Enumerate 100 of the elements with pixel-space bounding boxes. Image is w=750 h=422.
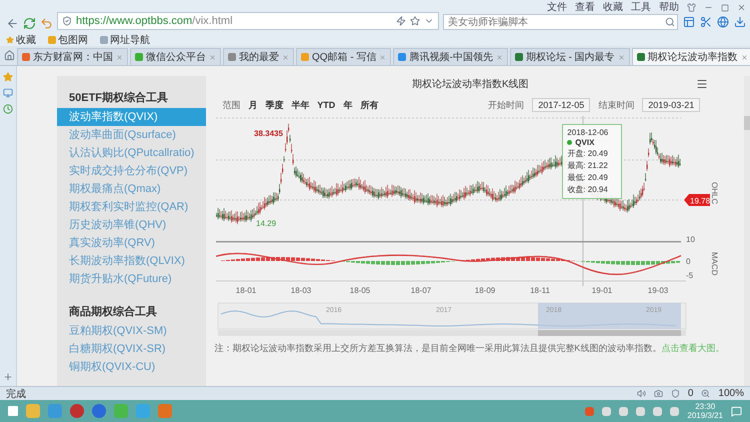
range-button[interactable]: 月: [248, 98, 258, 112]
bookmark-label[interactable]: 网址导航: [110, 32, 150, 46]
browser-tab[interactable]: 微信公众平台: [130, 48, 221, 65]
close-icon[interactable]: [116, 54, 123, 60]
undo-icon[interactable]: [40, 17, 53, 30]
star-icon[interactable]: [410, 16, 420, 26]
range-button[interactable]: 季度: [265, 98, 284, 112]
menu-item[interactable]: 帮助: [659, 2, 679, 13]
range-button[interactable]: 半年: [291, 98, 310, 112]
shirt-icon[interactable]: [687, 3, 696, 12]
tab-label: 期权论坛波动率指数: [648, 50, 738, 64]
browser-tab[interactable]: 东方财富网：中国: [17, 48, 128, 65]
shield-icon[interactable]: [670, 389, 680, 398]
notification-icon[interactable]: [731, 406, 742, 416]
browser-tab[interactable]: 期权论坛波动率指数: [632, 48, 750, 65]
last-price-tag: 19.78: [684, 194, 710, 206]
back-icon[interactable]: [6, 17, 19, 30]
maximize-icon[interactable]: [721, 4, 729, 12]
close-icon[interactable]: [379, 54, 386, 60]
axis-label: MACD: [710, 252, 720, 276]
menu-item[interactable]: 收藏: [603, 2, 623, 13]
download-icon[interactable]: [734, 16, 746, 28]
scrollbar[interactable]: [744, 76, 750, 386]
axis-tick: 18-07: [411, 286, 432, 295]
section-heading: 50ETF期权综合工具: [68, 90, 170, 106]
axis-tick: 18-05: [350, 286, 371, 295]
menu-item[interactable]: 查看: [575, 2, 595, 13]
search-icon[interactable]: [665, 17, 675, 27]
low-label: 14.29: [256, 219, 276, 228]
speaker-icon[interactable]: [636, 389, 646, 398]
address-bar[interactable]: https://www.optbbs.com/vix.html: [57, 12, 439, 30]
scissors-icon[interactable]: [700, 16, 712, 28]
date-field[interactable]: 2017-12-05: [532, 98, 590, 112]
zoom-level[interactable]: 100%: [718, 388, 744, 399]
star-icon: [6, 36, 14, 44]
shield-icon: [62, 16, 72, 26]
tab-label: 期权论坛 - 国内最专: [526, 50, 615, 64]
menu-item[interactable]: 文件: [547, 2, 567, 13]
section-heading: 商品期权综合工具: [68, 304, 158, 320]
axis-tick: 0: [686, 257, 691, 266]
zoom-icon[interactable]: [701, 389, 710, 398]
bookmark-label[interactable]: 包图网: [58, 32, 88, 46]
tooltip-value: 收盘: 20.94: [567, 184, 609, 195]
plus-icon[interactable]: [3, 372, 13, 382]
shield-counter[interactable]: 0: [688, 388, 694, 399]
tooltip-date: 2018-12-06: [567, 128, 610, 137]
globe-icon[interactable]: [717, 16, 729, 28]
tab-label: 微信公众平台: [146, 50, 206, 64]
close-icon[interactable]: [209, 54, 216, 60]
browser-tab[interactable]: QQ邮箱 - 写信: [296, 48, 392, 65]
peak-label: 38.3435: [254, 129, 284, 138]
axis-tick: 10: [686, 235, 696, 244]
menu-item[interactable]: 工具: [631, 2, 651, 13]
axis-tick: 18-03: [291, 286, 312, 295]
menu-icon[interactable]: [696, 78, 708, 90]
chart-title: 期权论坛波动率指数K线图: [412, 78, 529, 91]
range-button[interactable]: 所有: [360, 98, 378, 112]
axis-tick: -5: [686, 271, 694, 280]
tooltip-value: 开盘: 20.49: [567, 148, 609, 159]
date-field[interactable]: 2019-03-21: [642, 98, 700, 112]
star-icon[interactable]: [3, 72, 13, 82]
monitor-icon[interactable]: [3, 88, 13, 98]
range-button[interactable]: 年: [343, 98, 352, 112]
search-field[interactable]: 美女动师诈骗脚本: [443, 14, 678, 30]
axis-tick: 18-01: [236, 286, 257, 295]
tooltip-series: QVIX: [567, 138, 618, 147]
tooltip-value: 最高: 21.22: [567, 160, 609, 171]
axis-tick: 19-03: [648, 286, 669, 295]
browser-tab[interactable]: 期权论坛 - 国内最专: [510, 48, 630, 65]
end-label: 结束时间: [598, 98, 634, 112]
url-text: https://www.optbbs.com/vix.html: [76, 15, 233, 27]
bookmark-label[interactable]: 收藏: [16, 32, 36, 46]
tab-label: 我的最爱: [239, 50, 279, 64]
close-icon[interactable]: [737, 3, 746, 12]
tab-label: QQ邮箱 - 写信: [312, 50, 376, 64]
tab-label: 东方财富网：中国: [33, 50, 113, 64]
tab-label: 腾讯视频-中国领先: [409, 50, 493, 64]
status-text: 完成: [6, 388, 26, 400]
clock-date: 2019/3/21: [687, 411, 723, 420]
browser-tab[interactable]: 腾讯视频-中国领先: [393, 48, 508, 65]
tooltip-value: 最低: 20.49: [567, 172, 609, 183]
range-label: 范围: [222, 98, 240, 112]
windows-start-icon[interactable]: [8, 406, 18, 416]
browser-tab[interactable]: 我的最爱: [223, 48, 294, 65]
note-text: 注：期权论坛波动率指数采用上交所方差互换算法，是目前全网唯一采用此算法且提供完整K线图的波动率指数。点击查看大图。: [214, 342, 724, 355]
range-button[interactable]: YTD: [317, 100, 336, 110]
axis-tick: 18-09: [475, 286, 496, 295]
favicon-icon: [48, 36, 56, 44]
close-icon[interactable]: [740, 54, 748, 60]
refresh-icon[interactable]: [23, 17, 36, 30]
close-icon[interactable]: [282, 54, 289, 60]
start-label: 开始时间: [488, 98, 524, 112]
home-icon[interactable]: [4, 50, 15, 61]
page-icon[interactable]: [683, 16, 695, 28]
close-icon[interactable]: [496, 54, 503, 60]
camera-icon[interactable]: [654, 389, 663, 398]
axis-tick: 18-11: [530, 286, 550, 295]
close-icon[interactable]: [618, 54, 625, 60]
clock-icon[interactable]: [3, 104, 13, 114]
lightning-icon[interactable]: [396, 16, 406, 26]
